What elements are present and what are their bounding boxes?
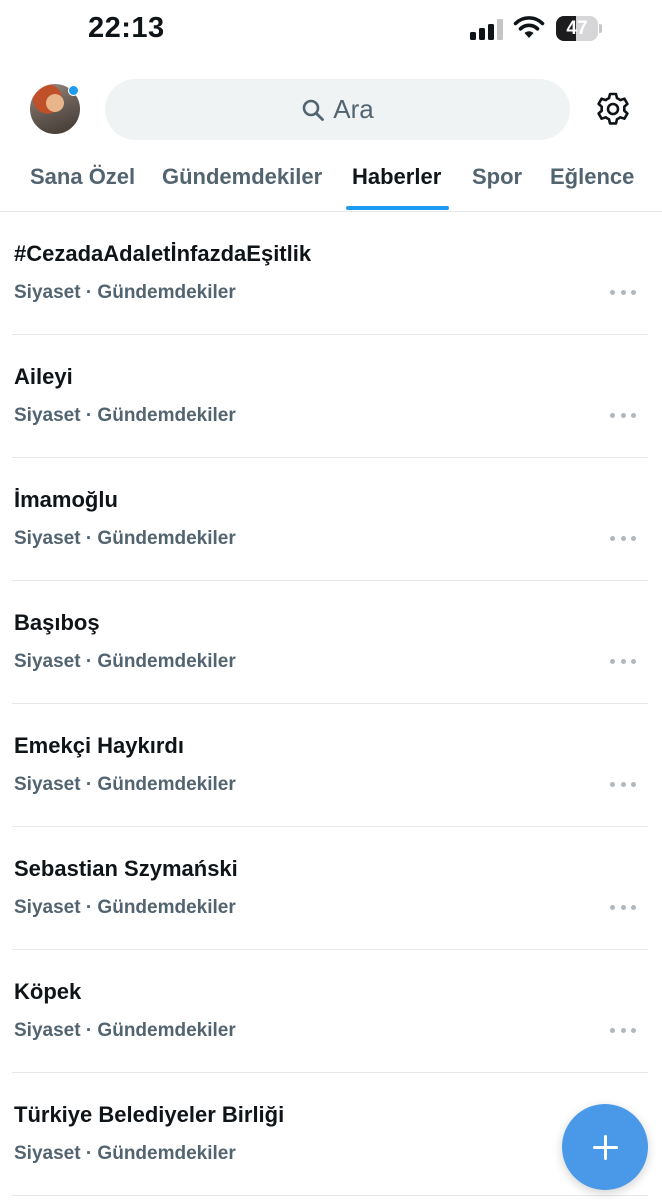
notification-dot	[68, 85, 79, 96]
trend-item[interactable]: #CezadaAdaletİnfazdaEşitlik Siyaset · Gü…	[0, 212, 662, 335]
trend-item[interactable]: Köpek Siyaset · Gündemdekiler	[0, 950, 662, 1073]
trend-meta: Siyaset · Gündemdekiler	[14, 897, 236, 918]
trend-meta: Siyaset · Gündemdekiler	[14, 1143, 236, 1164]
active-tab-indicator	[346, 206, 449, 210]
trend-meta: Siyaset · Gündemdekiler	[14, 651, 236, 672]
more-options-icon[interactable]	[610, 659, 636, 665]
trend-meta: Siyaset · Gündemdekiler	[14, 405, 236, 426]
tab-bar: Sana Özel Gündemdekiler Haberler Spor Eğ…	[0, 150, 662, 212]
trend-item[interactable]: Başıboş Siyaset · Gündemdekiler	[0, 581, 662, 704]
search-icon	[302, 99, 325, 121]
compose-button[interactable]	[562, 1104, 648, 1190]
trend-title: Köpek	[14, 979, 82, 1004]
tab-trending[interactable]: Gündemdekiler	[162, 164, 322, 190]
trend-title: Sebastian Szymański	[14, 856, 238, 881]
trend-title: Emekçi Haykırdı	[14, 733, 184, 758]
trend-title: İmamoğlu	[14, 487, 118, 512]
tab-for-you[interactable]: Sana Özel	[30, 164, 135, 190]
status-bar: 22:13 47	[0, 0, 662, 60]
trend-title: Başıboş	[14, 610, 100, 635]
tab-sports[interactable]: Spor	[472, 164, 522, 190]
trend-title: #CezadaAdaletİnfazdaEşitlik	[14, 241, 312, 266]
trend-meta: Siyaset · Gündemdekiler	[14, 1020, 236, 1041]
trend-meta: Siyaset · Gündemdekiler	[14, 774, 236, 795]
more-options-icon[interactable]	[610, 905, 636, 911]
divider	[12, 1195, 648, 1196]
battery-icon: 47	[556, 16, 602, 41]
wifi-icon	[513, 16, 545, 38]
trend-title: Aileyi	[14, 364, 73, 389]
trend-item[interactable]: Aileyi Siyaset · Gündemdekiler	[0, 335, 662, 458]
tab-entertainment[interactable]: Eğlence	[550, 164, 634, 190]
search-placeholder: Ara	[333, 94, 374, 124]
trend-meta: Siyaset · Gündemdekiler	[14, 282, 236, 303]
cellular-signal-icon	[470, 18, 504, 40]
gear-icon[interactable]	[595, 91, 631, 127]
battery-percentage: 47	[566, 18, 588, 39]
trend-meta: Siyaset · Gündemdekiler	[14, 528, 236, 549]
trend-item[interactable]: Sebastian Szymański Siyaset · Gündemdeki…	[0, 827, 662, 950]
more-options-icon[interactable]	[610, 413, 636, 419]
more-options-icon[interactable]	[610, 1028, 636, 1034]
more-options-icon[interactable]	[610, 782, 636, 788]
search-bar[interactable]: Ara	[105, 79, 570, 140]
status-time: 22:13	[88, 12, 165, 44]
trend-item[interactable]: Emekçi Haykırdı Siyaset · Gündemdekiler	[0, 704, 662, 827]
more-options-icon[interactable]	[610, 290, 636, 296]
trend-item[interactable]: İmamoğlu Siyaset · Gündemdekiler	[0, 458, 662, 581]
tab-news[interactable]: Haberler	[352, 164, 441, 190]
trend-title: Türkiye Belediyeler Birliği	[14, 1102, 285, 1127]
more-options-icon[interactable]	[610, 536, 636, 542]
